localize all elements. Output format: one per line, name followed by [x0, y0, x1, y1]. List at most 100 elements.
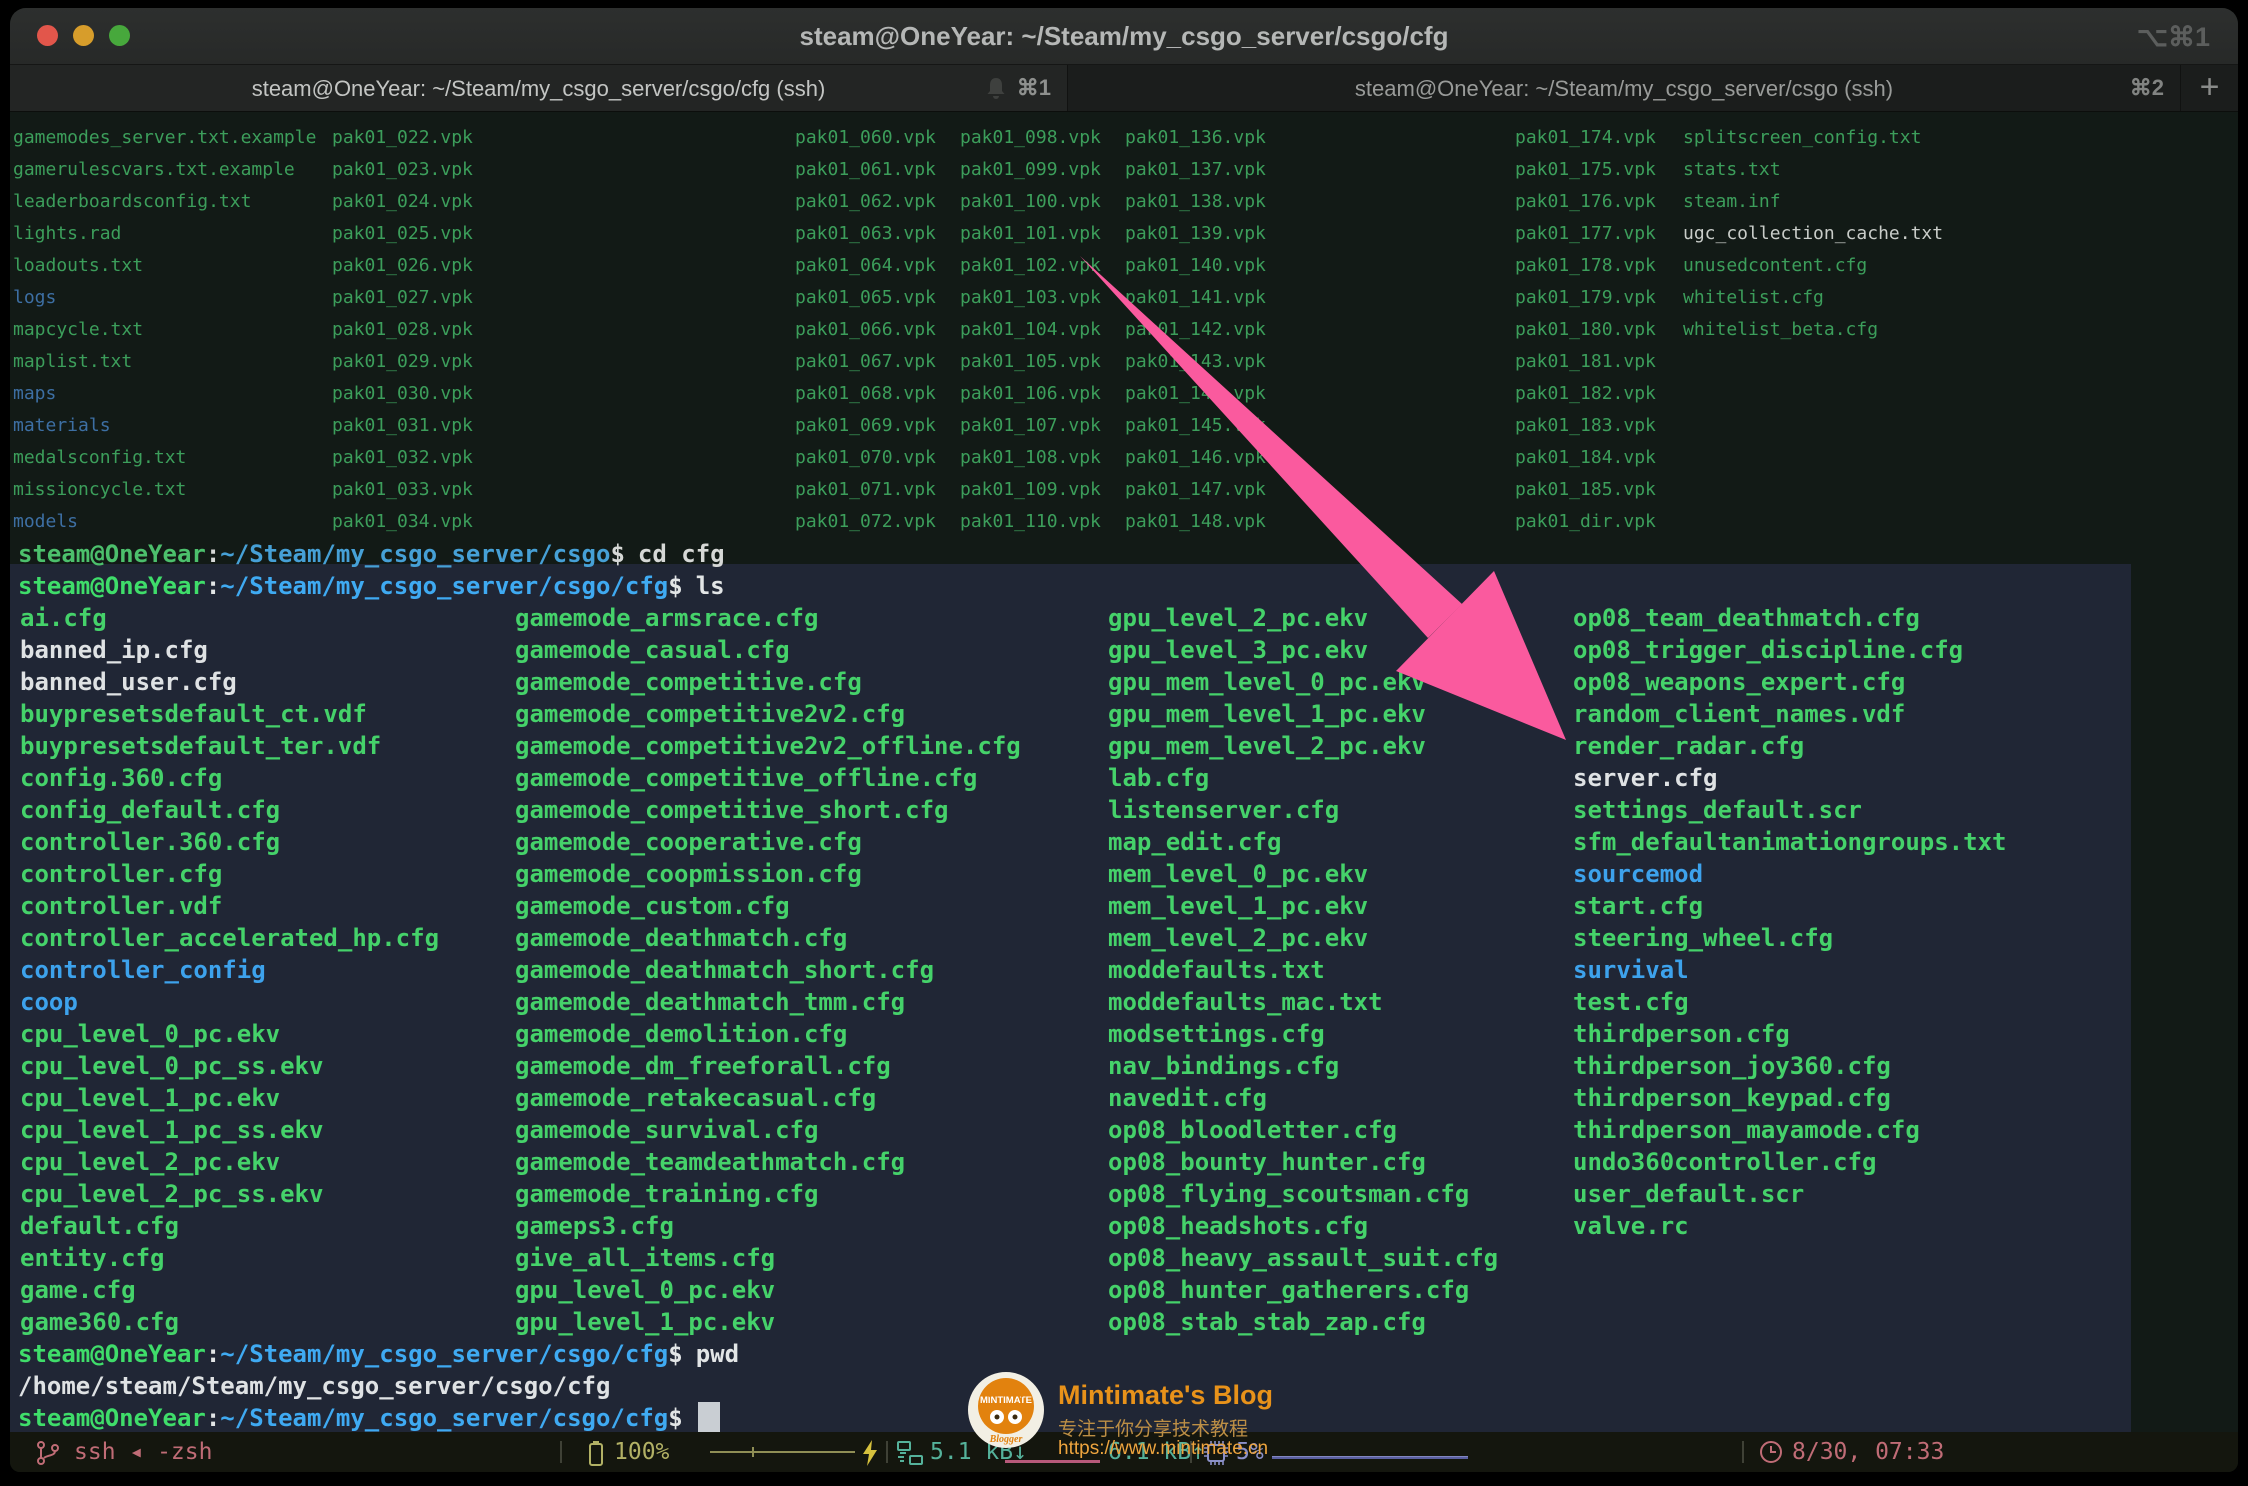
file-entry: gpu_level_0_pc.ekv — [515, 1274, 1021, 1306]
bell-icon — [985, 76, 1007, 100]
listing-column: splitscreen_config.txtstats.txtsteam.inf… — [1683, 122, 1943, 346]
file-entry: pak01_174.vpk — [1515, 122, 1656, 154]
prompt-colon: : — [206, 1404, 220, 1432]
clock-icon — [1758, 1439, 1784, 1465]
file-entry: pak01_068.vpk — [795, 378, 936, 410]
branch-icon — [34, 1439, 62, 1467]
file-entry: pak01_108.vpk — [960, 442, 1101, 474]
file-entry: op08_weapons_expert.cfg — [1573, 666, 2006, 698]
file-entry: pak01_061.vpk — [795, 154, 936, 186]
file-entry: lab.cfg — [1108, 762, 1498, 794]
file-entry: pak01_023.vpk — [332, 154, 473, 186]
battery-percent[interactable]: 100% — [614, 1432, 669, 1472]
file-entry: controller.vdf — [20, 890, 439, 922]
battery-icon — [588, 1440, 604, 1466]
file-entry: pak01_103.vpk — [960, 282, 1101, 314]
file-entry: pak01_139.vpk — [1125, 218, 1266, 250]
lightning-icon — [860, 1439, 880, 1467]
file-entry: cpu_level_0_pc_ss.ekv — [20, 1050, 439, 1082]
file-entry: stats.txt — [1683, 154, 1943, 186]
prompt-line-current[interactable]: steam@OneYear:~/Steam/my_csgo_server/csg… — [18, 1402, 720, 1434]
file-entry: user_default.scr — [1573, 1178, 2006, 1210]
file-entry: cpu_level_1_pc_ss.ekv — [20, 1114, 439, 1146]
file-entry: missioncycle.txt — [13, 474, 316, 506]
file-entry: give_all_items.cfg — [515, 1242, 1021, 1274]
file-entry: whitelist_beta.cfg — [1683, 314, 1943, 346]
clock-text[interactable]: 8/30, 07:33 — [1792, 1432, 1944, 1472]
file-entry: pak01_180.vpk — [1515, 314, 1656, 346]
file-entry: server.cfg — [1573, 762, 2006, 794]
file-entry: pak01_181.vpk — [1515, 346, 1656, 378]
file-entry: pak01_098.vpk — [960, 122, 1101, 154]
prompt-dollar: $ — [668, 572, 682, 600]
file-entry: pak01_024.vpk — [332, 186, 473, 218]
terminal-window: steam@OneYear: ~/Steam/my_csgo_server/cs… — [10, 8, 2238, 1472]
file-entry: pak01_185.vpk — [1515, 474, 1656, 506]
prompt-user: steam@OneYear — [18, 1404, 206, 1432]
file-entry: modsettings.cfg — [1108, 1018, 1498, 1050]
listing-column: pak01_136.vpkpak01_137.vpkpak01_138.vpkp… — [1125, 122, 1266, 538]
file-entry: gpu_mem_level_1_pc.ekv — [1108, 698, 1498, 730]
file-entry: pak01_067.vpk — [795, 346, 936, 378]
file-entry: pak01_105.vpk — [960, 346, 1101, 378]
file-entry: gamemode_dm_freeforall.cfg — [515, 1050, 1021, 1082]
file-entry: gamemode_survival.cfg — [515, 1114, 1021, 1146]
prompt-user: steam@OneYear — [18, 1340, 206, 1368]
prompt-colon: : — [206, 540, 220, 568]
file-entry: gpu_mem_level_2_pc.ekv — [1108, 730, 1498, 762]
file-entry: pak01_034.vpk — [332, 506, 473, 538]
file-entry: cpu_level_2_pc_ss.ekv — [20, 1178, 439, 1210]
battery-gauge-tick — [752, 1447, 754, 1457]
prompt-line-pwd: steam@OneYear:~/Steam/my_csgo_server/csg… — [18, 1338, 739, 1370]
file-entry: cpu_level_2_pc.ekv — [20, 1146, 439, 1178]
file-entry: pak01_144.vpk — [1125, 378, 1266, 410]
tab-csgo[interactable]: steam@OneYear: ~/Steam/my_csgo_server/cs… — [1067, 65, 2180, 111]
file-entry: gamemode_armsrace.cfg — [515, 602, 1021, 634]
file-entry: pak01_142.vpk — [1125, 314, 1266, 346]
file-entry: mapcycle.txt — [13, 314, 316, 346]
tab-shortcut: ⌘2 — [2130, 75, 2164, 101]
command-pwd: pwd — [696, 1340, 739, 1368]
terminal-cursor — [698, 1402, 720, 1432]
prompt-path: ~/Steam/my_csgo_server/csgo/cfg — [220, 1340, 668, 1368]
separator — [1742, 1441, 1744, 1463]
file-entry: pak01_102.vpk — [960, 250, 1101, 282]
listing-column: pak01_060.vpkpak01_061.vpkpak01_062.vpkp… — [795, 122, 936, 538]
file-entry: pak01_028.vpk — [332, 314, 473, 346]
directory-entry: materials — [13, 410, 316, 442]
file-entry: pak01_071.vpk — [795, 474, 936, 506]
file-entry: pak01_182.vpk — [1515, 378, 1656, 410]
listing-column: gamemode_armsrace.cfggamemode_casual.cfg… — [515, 602, 1021, 1338]
file-entry: gpu_level_2_pc.ekv — [1108, 602, 1498, 634]
file-entry: op08_headshots.cfg — [1108, 1210, 1498, 1242]
file-entry: maplist.txt — [13, 346, 316, 378]
title-bar: steam@OneYear: ~/Steam/my_csgo_server/cs… — [10, 8, 2238, 64]
battery-gauge — [710, 1451, 855, 1453]
tab-label: steam@OneYear: ~/Steam/my_csgo_server/cs… — [1355, 65, 1893, 111]
file-entry: mem_level_1_pc.ekv — [1108, 890, 1498, 922]
file-entry: nav_bindings.cfg — [1108, 1050, 1498, 1082]
file-entry: gpu_level_1_pc.ekv — [515, 1306, 1021, 1338]
file-entry: mem_level_0_pc.ekv — [1108, 858, 1498, 890]
file-entry: thirdperson_keypad.cfg — [1573, 1082, 2006, 1114]
file-entry: op08_bounty_hunter.cfg — [1108, 1146, 1498, 1178]
file-entry: gamemode_demolition.cfg — [515, 1018, 1021, 1050]
blog-logo-icon: MINTIMATE Blogger — [966, 1370, 1046, 1450]
directory-entry: logs — [13, 282, 316, 314]
file-entry: pak01_070.vpk — [795, 442, 936, 474]
file-entry: banned_ip.cfg — [20, 634, 439, 666]
watermark-title: Mintimate's Blog — [1058, 1380, 1273, 1411]
new-tab-button[interactable]: + — [2180, 65, 2238, 111]
file-entry: pak01_101.vpk — [960, 218, 1101, 250]
listing-column: pak01_022.vpkpak01_023.vpkpak01_024.vpkp… — [332, 122, 473, 538]
file-entry: gamemode_retakecasual.cfg — [515, 1082, 1021, 1114]
session-indicator[interactable]: ssh ◂ -zsh — [74, 1432, 212, 1472]
file-entry: op08_trigger_discipline.cfg — [1573, 634, 2006, 666]
tab-csgo-cfg[interactable]: steam@OneYear: ~/Steam/my_csgo_server/cs… — [10, 65, 1067, 111]
prompt-dollar: $ — [668, 1404, 682, 1432]
file-entry: pak01_072.vpk — [795, 506, 936, 538]
file-entry: map_edit.cfg — [1108, 826, 1498, 858]
file-entry: gamemode_competitive_short.cfg — [515, 794, 1021, 826]
file-entry: gamemode_competitive_offline.cfg — [515, 762, 1021, 794]
prompt-path: ~/Steam/my_csgo_server/csgo — [220, 540, 610, 568]
